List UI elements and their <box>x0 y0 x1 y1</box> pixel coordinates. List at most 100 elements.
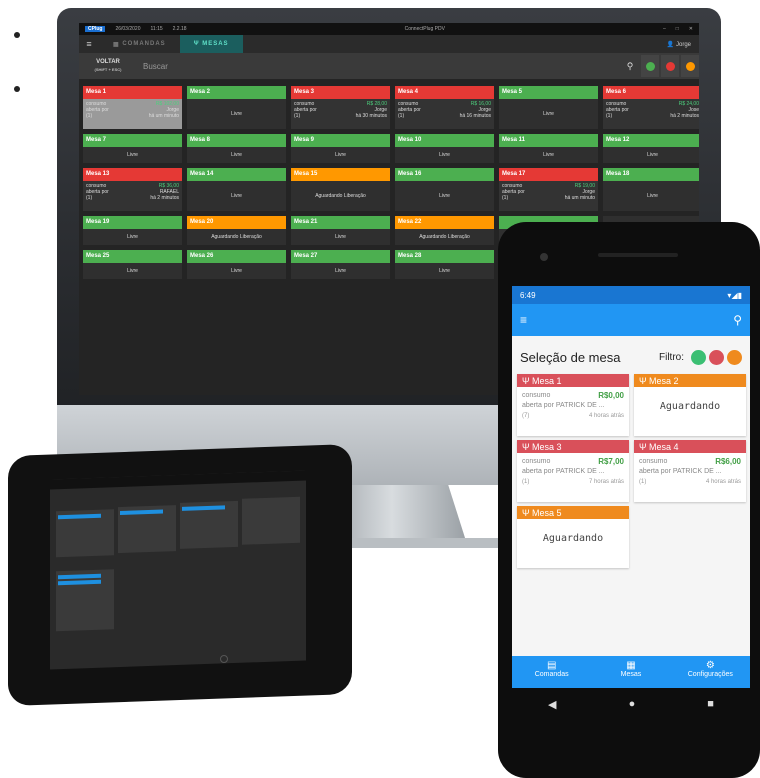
table-body: Livre <box>231 111 242 117</box>
hamburger-icon[interactable]: ≡ <box>520 313 527 327</box>
search-icon[interactable]: ⚲ <box>733 313 742 327</box>
table-body: Livre <box>127 268 138 274</box>
count: (7) <box>522 413 530 419</box>
date-label: 26/03/2020 <box>115 26 141 32</box>
filter-orange-button[interactable] <box>727 350 742 365</box>
tablet-card[interactable] <box>180 500 238 549</box>
tab-mesas[interactable]: Ψ MESAS <box>179 35 243 53</box>
table-card[interactable]: Mesa 27 Livre <box>291 250 390 279</box>
nav-configuracoes[interactable]: ⚙ Configurações <box>671 656 750 688</box>
bullet-point <box>14 86 20 92</box>
home-icon[interactable]: ● <box>629 698 636 710</box>
table-card[interactable]: Mesa 5 Livre <box>499 86 598 129</box>
table-body: Livre <box>335 234 346 240</box>
count: (1) <box>639 479 647 485</box>
opened-by: aberta por PATRICK DE ... <box>639 468 722 475</box>
table-card[interactable]: Mesa 4 consumo R$ 16,00 aberta por Jorge (1) h… <box>395 86 494 129</box>
table-body: Livre <box>231 268 242 274</box>
filter-green-button[interactable] <box>641 55 659 77</box>
table-body: Livre <box>439 268 450 274</box>
table-card[interactable]: Mesa 11 Livre <box>499 134 598 163</box>
tablet-home-button[interactable] <box>220 655 228 663</box>
close-icon[interactable]: ✕ <box>689 26 693 32</box>
nav-label: Mesas <box>620 671 642 678</box>
table-card[interactable]: Mesa 12 Livre <box>603 134 699 163</box>
receipt-icon: ▤ <box>546 660 557 671</box>
fork-knife-icon: Ψ <box>639 442 650 452</box>
mesa-header: Ψ Mesa 4 <box>634 440 746 453</box>
table-card[interactable]: Mesa 2 Livre <box>187 86 286 129</box>
mesa-card[interactable]: Ψ Mesa 5 Aguardando <box>517 506 629 568</box>
mesa-name: Mesa 1 <box>532 376 562 386</box>
window-titlebar: CPlug 26/03/2020 11:15 2.2.18 ConnectPlu… <box>79 23 699 35</box>
count: (1) <box>502 195 509 201</box>
filter-green-button[interactable] <box>691 350 706 365</box>
user-label[interactable]: 👤 Jorge <box>667 41 691 48</box>
table-body: Livre <box>335 268 346 274</box>
table-card[interactable]: Mesa 17 consumo R$ 19,00 aberta por Jorge (1)… <box>499 168 598 211</box>
consumo-label: consumo <box>522 458 551 465</box>
mesa-card[interactable]: Ψ Mesa 3 consumo R$7,00 aberta por PATRICK … <box>517 440 629 502</box>
mesa-card[interactable]: Ψ Mesa 2 Aguardando <box>634 374 746 436</box>
table-card[interactable]: Mesa 21 Livre <box>291 216 390 245</box>
bottom-nav: ▤ Comandas ▦ Mesas ⚙ Configurações <box>512 656 750 688</box>
tablet-card[interactable] <box>118 505 176 554</box>
table-name: Mesa 27 <box>291 250 390 263</box>
mesa-name: Mesa 3 <box>532 442 562 452</box>
table-card[interactable]: Mesa 1 consumo R$ 102,00 aberta por Jorge (1)… <box>83 86 182 129</box>
status-text: Aguardando <box>659 401 721 412</box>
tablet-card[interactable] <box>56 569 114 632</box>
table-name: Mesa 3 <box>291 86 390 99</box>
filter-orange-button[interactable] <box>681 55 699 77</box>
recents-icon[interactable]: ■ <box>707 698 714 710</box>
table-card[interactable]: Mesa 22 Aguardando Liberação <box>395 216 494 245</box>
table-card[interactable]: Mesa 25 Livre <box>83 250 182 279</box>
table-card[interactable]: Mesa 15 Aguardando Liberação <box>291 168 390 211</box>
table-card[interactable]: Mesa 6 consumo R$ 24,00 aberta por Jose (1) há… <box>603 86 699 129</box>
back-hint: (SHIFT + ESC) <box>94 67 122 72</box>
table-card[interactable]: Mesa 19 Livre <box>83 216 182 245</box>
table-card[interactable]: Mesa 10 Livre <box>395 134 494 163</box>
tab-comandas[interactable]: ▦ COMANDAS <box>99 35 180 53</box>
table-card[interactable]: Mesa 8 Livre <box>187 134 286 163</box>
table-card[interactable]: Mesa 9 Livre <box>291 134 390 163</box>
tablet-card[interactable] <box>56 509 114 558</box>
table-card[interactable]: Mesa 7 Livre <box>83 134 182 163</box>
table-body: Aguardando Liberação <box>419 234 470 240</box>
table-body: consumo R$ 19,00 aberta por Jorge (1) há um m… <box>499 181 598 211</box>
search-input[interactable]: Buscar <box>137 62 621 71</box>
filter-red-button[interactable] <box>709 350 724 365</box>
table-card[interactable]: Mesa 26 Livre <box>187 250 286 279</box>
battery-icon: ▾◢▮ <box>727 290 742 300</box>
nav-comandas[interactable]: ▤ Comandas <box>512 656 591 688</box>
table-body: Livre <box>439 193 450 199</box>
back-button[interactable]: VOLTAR (SHIFT + ESC) <box>79 59 137 73</box>
order-chip <box>58 579 102 586</box>
table-card[interactable]: Mesa 14 Livre <box>187 168 286 211</box>
nav-mesas[interactable]: ▦ Mesas <box>591 656 670 688</box>
mesa-header: Ψ Mesa 3 <box>517 440 629 453</box>
search-icon[interactable]: ⚲ <box>621 61 639 72</box>
filter-red-button[interactable] <box>661 55 679 77</box>
mesa-card[interactable]: Ψ Mesa 4 consumo R$6,00 aberta por PATRICK … <box>634 440 746 502</box>
back-icon[interactable]: ◀ <box>548 698 556 711</box>
bullet-point <box>14 32 20 38</box>
minimize-icon[interactable]: – <box>663 26 666 32</box>
consumo-label: consumo <box>522 392 551 399</box>
mesa-header: Ψ Mesa 2 <box>634 374 746 387</box>
hamburger-icon[interactable]: ≡ <box>79 39 99 49</box>
table-card[interactable]: Mesa 20 Aguardando Liberação <box>187 216 286 245</box>
table-card[interactable]: Mesa 3 consumo R$ 28,00 aberta por Jorge (1) h… <box>291 86 390 129</box>
table-card[interactable]: Mesa 16 Livre <box>395 168 494 211</box>
table-body: Livre <box>127 152 138 158</box>
table-name: Mesa 21 <box>291 216 390 229</box>
table-name: Mesa 22 <box>395 216 494 229</box>
maximize-icon[interactable]: □ <box>676 26 679 32</box>
table-body: Livre <box>231 152 242 158</box>
mesa-card[interactable]: Ψ Mesa 1 consumo R$0,00 aberta por PATRICK … <box>517 374 629 436</box>
table-card[interactable]: Mesa 18 Livre <box>603 168 699 211</box>
nav-label: Configurações <box>687 671 733 678</box>
table-card[interactable]: Mesa 28 Livre <box>395 250 494 279</box>
tablet-card[interactable] <box>242 496 300 545</box>
table-card[interactable]: Mesa 13 consumo R$ 36,00 aberta por RAFAEL (1… <box>83 168 182 211</box>
